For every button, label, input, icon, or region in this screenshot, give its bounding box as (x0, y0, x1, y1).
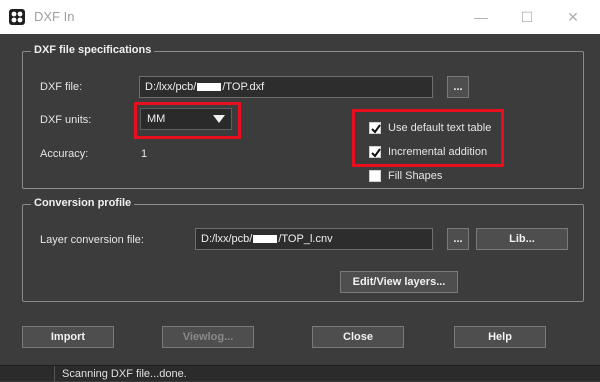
status-bar: Scanning DXF file...done. (0, 365, 600, 382)
close-window-button[interactable]: ✕ (550, 0, 596, 34)
dxf-file-field[interactable]: D:/lxx/pcb/ /TOP.dxf (139, 76, 433, 98)
dxf-file-browse-button[interactable]: ... (447, 76, 469, 98)
import-button[interactable]: Import (22, 326, 114, 348)
redaction-mark (253, 235, 278, 244)
units-highlight-box (134, 102, 241, 139)
layer-file-path-start: D:/lxx/pcb/ (201, 233, 253, 245)
help-button[interactable]: Help (454, 326, 546, 348)
conversion-profile-group: Conversion profile (22, 197, 584, 302)
dxf-units-label: DXF units: (40, 114, 92, 126)
app-icon (9, 9, 25, 25)
redaction-mark (197, 83, 222, 92)
layer-conversion-file-label: Layer conversion file: (40, 234, 144, 246)
fill-shapes-label[interactable]: Fill Shapes (388, 170, 442, 182)
status-text: Scanning DXF file...done. (62, 368, 187, 380)
layer-file-path-end: /TOP_l.cnv (278, 233, 333, 245)
fill-shapes-checkbox[interactable] (369, 170, 381, 182)
dxf-file-label: DXF file: (40, 81, 83, 93)
layer-file-browse-button[interactable]: ... (447, 228, 469, 250)
minimize-button[interactable]: — (458, 0, 504, 34)
maximize-button[interactable]: ☐ (504, 0, 550, 34)
conversion-profile-group-title: Conversion profile (31, 197, 135, 209)
lib-button[interactable]: Lib... (476, 228, 568, 250)
accuracy-value: 1 (141, 148, 148, 160)
layer-conversion-file-field[interactable]: D:/lxx/pcb/ /TOP_l.cnv (195, 228, 433, 250)
edit-view-layers-button[interactable]: Edit/View layers... (340, 271, 458, 293)
dxf-file-path-start: D:/lxx/pcb/ (145, 81, 197, 93)
title-bar: DXF In — ☐ ✕ (0, 0, 600, 34)
dxf-file-path-end: /TOP.dxf (222, 81, 265, 93)
accuracy-label: Accuracy: (40, 148, 89, 160)
status-divider (54, 366, 55, 382)
close-button[interactable]: Close (312, 326, 404, 348)
dxf-in-dialog: DXF file specifications DXF file: D:/lxx… (0, 34, 600, 365)
dxf-specs-group-title: DXF file specifications (31, 44, 155, 56)
window-title: DXF In (34, 9, 75, 24)
checkbox-highlight-box (352, 109, 504, 167)
viewlog-button[interactable]: Viewlog... (162, 326, 254, 348)
